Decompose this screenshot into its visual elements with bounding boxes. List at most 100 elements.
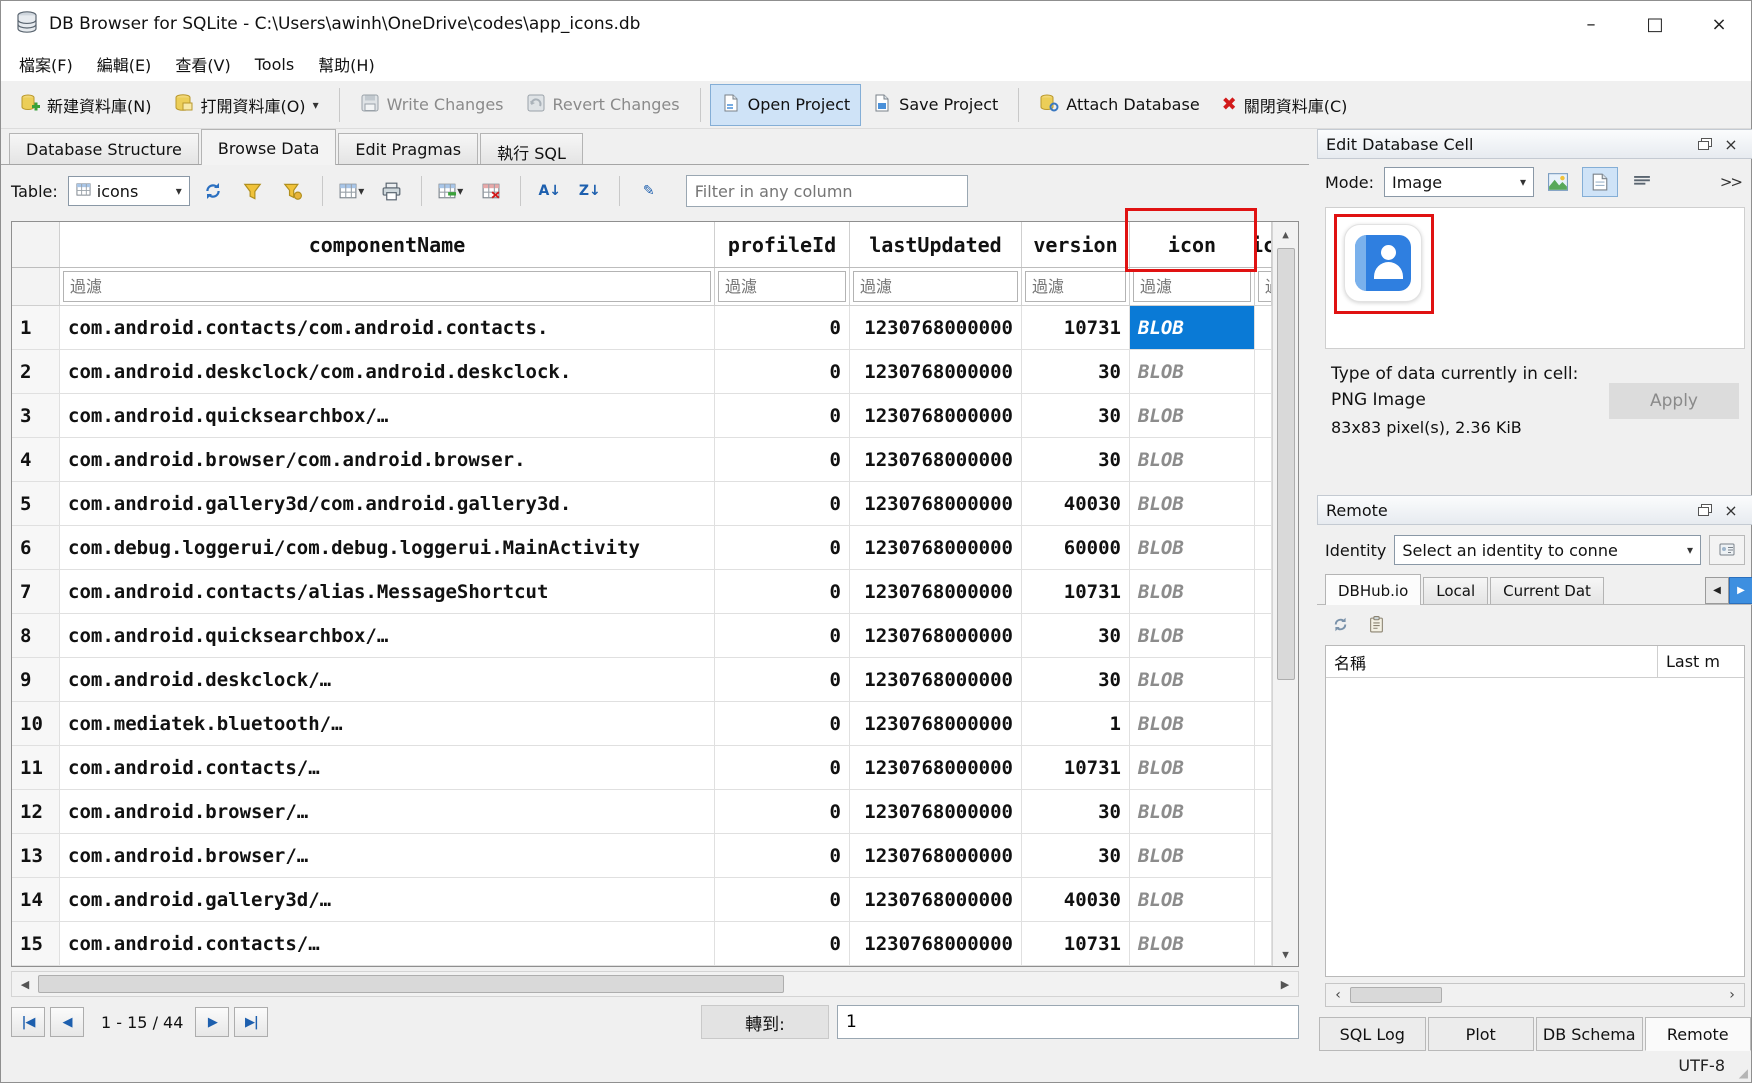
cell-icon[interactable]: BLOB (1130, 438, 1255, 481)
cell-overflow[interactable] (1255, 878, 1272, 921)
clear-filters-button[interactable] (236, 176, 270, 206)
cell-lastupdated[interactable]: 1230768000000 (850, 438, 1022, 481)
cell-overflow[interactable] (1255, 526, 1272, 569)
remote-tab-local[interactable]: Local (1423, 577, 1488, 604)
close-dock-icon[interactable]: × (1718, 132, 1744, 156)
next-record-button[interactable]: ▶ (195, 1007, 229, 1037)
cell-lastupdated[interactable]: 1230768000000 (850, 306, 1022, 349)
cell-version[interactable]: 10731 (1022, 306, 1130, 349)
image-view-button[interactable] (1540, 167, 1576, 197)
new-record-button[interactable]: ▾ (335, 176, 369, 206)
cell-overflow[interactable] (1255, 702, 1272, 745)
tab-scroll-left-icon[interactable]: ◀ (1705, 577, 1729, 604)
cell-overflow[interactable] (1255, 482, 1272, 525)
cell-profileid[interactable]: 0 (715, 922, 850, 965)
save-filter-button[interactable] (276, 176, 310, 206)
delete-record-button[interactable] (474, 176, 508, 206)
cell-profileid[interactable]: 0 (715, 482, 850, 525)
cell-overflow[interactable] (1255, 922, 1272, 965)
cell-lastupdated[interactable]: 1230768000000 (850, 614, 1022, 657)
cell-lastupdated[interactable]: 1230768000000 (850, 394, 1022, 437)
cell-componentname[interactable]: com.android.contacts/com.android.contact… (60, 306, 715, 349)
mode-select[interactable]: Image ▾ (1384, 167, 1534, 197)
column-header-version[interactable]: version (1022, 222, 1130, 267)
tab-database-structure[interactable]: Database Structure (9, 133, 199, 164)
cell-componentname[interactable]: com.android.contacts/… (60, 746, 715, 789)
cell-lastupdated[interactable]: 1230768000000 (850, 526, 1022, 569)
cell-overflow[interactable] (1255, 306, 1272, 349)
previous-record-button[interactable]: ◀ (50, 1007, 84, 1037)
cell-version[interactable]: 10731 (1022, 746, 1130, 789)
cell-icon[interactable]: BLOB (1130, 570, 1255, 613)
horizontal-scrollbar-thumb[interactable] (38, 975, 784, 993)
row-number[interactable]: 5 (12, 482, 60, 525)
cell-componentname[interactable]: com.android.deskclock/… (60, 658, 715, 701)
cell-lastupdated[interactable]: 1230768000000 (850, 350, 1022, 393)
cell-version[interactable]: 1 (1022, 702, 1130, 745)
open-project-button[interactable]: Open Project (710, 84, 862, 126)
row-number[interactable]: 13 (12, 834, 60, 877)
cell-lastupdated[interactable]: 1230768000000 (850, 658, 1022, 701)
attach-database-button[interactable]: Attach Database (1028, 84, 1210, 126)
menu-edit[interactable]: 編輯(E) (85, 48, 164, 80)
row-number[interactable]: 1 (12, 306, 60, 349)
tab-execute-sql[interactable]: 執行 SQL (480, 133, 583, 164)
cell-version[interactable]: 30 (1022, 834, 1130, 877)
cell-icon[interactable]: BLOB (1130, 658, 1255, 701)
cell-componentname[interactable]: com.android.deskclock/com.android.deskcl… (60, 350, 715, 393)
cell-version[interactable]: 60000 (1022, 526, 1130, 569)
remote-column-lastmodified[interactable]: Last m (1658, 646, 1744, 677)
filter-input-profileid[interactable] (718, 271, 846, 302)
row-number[interactable]: 2 (12, 350, 60, 393)
refresh-button[interactable] (196, 176, 230, 206)
maximize-button[interactable]: □ (1623, 1, 1687, 47)
row-number[interactable]: 8 (12, 614, 60, 657)
cell-componentname[interactable]: com.android.gallery3d/com.android.galler… (60, 482, 715, 525)
remote-tab-current[interactable]: Current Dat (1490, 577, 1604, 604)
encoding-selector[interactable]: UTF-8 (1678, 1056, 1725, 1075)
cell-icon[interactable]: BLOB (1130, 482, 1255, 525)
open-database-dropdown-icon[interactable]: ▾ (313, 98, 319, 112)
float-dock-icon[interactable] (1692, 498, 1718, 522)
cell-componentname[interactable]: com.android.browser/com.android.browser. (60, 438, 715, 481)
new-database-button[interactable]: 新建資料庫(N) (9, 84, 162, 126)
row-number[interactable]: 3 (12, 394, 60, 437)
save-project-button[interactable]: Save Project (861, 84, 1009, 126)
cell-lastupdated[interactable]: 1230768000000 (850, 570, 1022, 613)
cell-overflow[interactable] (1255, 394, 1272, 437)
cell-componentname[interactable]: com.android.contacts/… (60, 922, 715, 965)
cell-componentname[interactable]: com.android.browser/… (60, 834, 715, 877)
cell-lastupdated[interactable]: 1230768000000 (850, 922, 1022, 965)
remote-scrollbar-thumb[interactable] (1350, 987, 1442, 1003)
cell-overflow[interactable] (1255, 746, 1272, 789)
sort-ascending-button[interactable]: A↓ (533, 176, 567, 206)
remote-horizontal-scrollbar[interactable]: ‹ › (1325, 983, 1745, 1007)
write-changes-button[interactable]: Write Changes (349, 84, 515, 126)
cell-profileid[interactable]: 0 (715, 658, 850, 701)
row-number[interactable]: 14 (12, 878, 60, 921)
cell-overflow[interactable] (1255, 570, 1272, 613)
scroll-left-icon[interactable]: ◀ (12, 972, 38, 996)
table-select[interactable]: icons ▾ (68, 176, 190, 206)
cell-profileid[interactable]: 0 (715, 878, 850, 921)
cell-profileid[interactable]: 0 (715, 438, 850, 481)
cell-icon[interactable]: BLOB (1130, 746, 1255, 789)
filter-input-icon[interactable] (1133, 271, 1251, 302)
row-number[interactable]: 4 (12, 438, 60, 481)
insert-record-button[interactable]: ▾ (434, 176, 468, 206)
cell-version[interactable]: 10731 (1022, 570, 1130, 613)
remote-tab-dbhub[interactable]: DBHub.io (1325, 574, 1421, 605)
cell-lastupdated[interactable]: 1230768000000 (850, 702, 1022, 745)
cell-profileid[interactable]: 0 (715, 306, 850, 349)
first-record-button[interactable]: |◀ (11, 1007, 45, 1037)
import-certificate-button[interactable] (1709, 535, 1745, 565)
cell-componentname[interactable]: com.android.quicksearchbox/… (60, 394, 715, 437)
vertical-scrollbar-thumb[interactable] (1277, 248, 1295, 680)
binary-view-button[interactable] (1624, 167, 1660, 197)
text-view-button[interactable] (1582, 167, 1618, 197)
cell-version[interactable]: 10731 (1022, 922, 1130, 965)
filter-input-version[interactable] (1025, 271, 1126, 302)
sort-descending-button[interactable]: Z↓ (573, 176, 607, 206)
tab-edit-pragmas[interactable]: Edit Pragmas (338, 133, 478, 164)
close-dock-icon[interactable]: × (1718, 498, 1744, 522)
